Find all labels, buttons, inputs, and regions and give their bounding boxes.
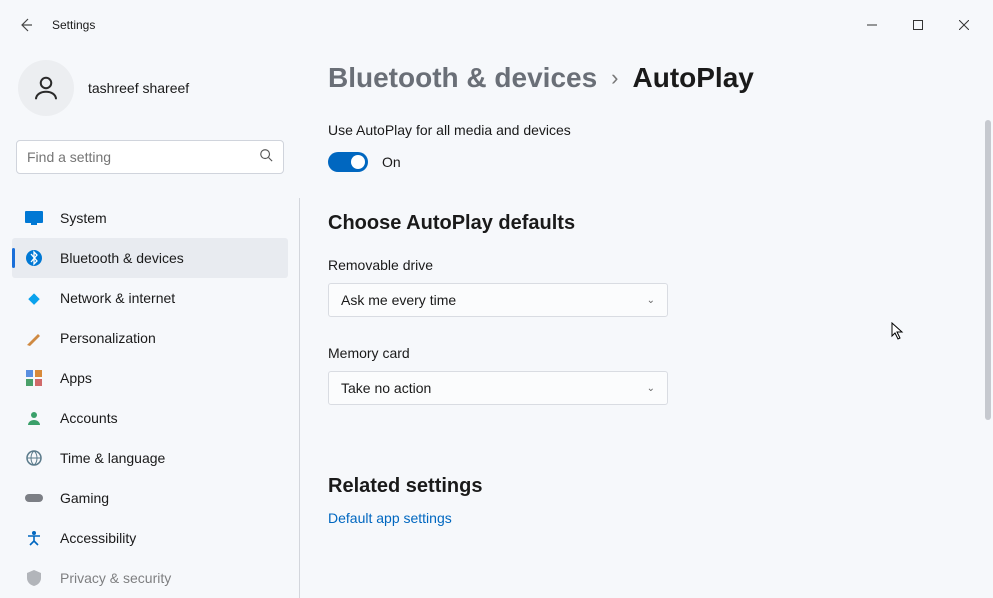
default-app-settings-link[interactable]: Default app settings xyxy=(328,510,953,526)
app-title: Settings xyxy=(52,18,95,32)
page-title: AutoPlay xyxy=(633,62,754,94)
maximize-button[interactable] xyxy=(895,9,941,41)
sidebar-item-personalization[interactable]: Personalization xyxy=(12,318,288,358)
accounts-icon xyxy=(24,408,44,428)
privacy-icon xyxy=(24,568,44,588)
back-button[interactable] xyxy=(6,5,46,45)
username: tashreef shareef xyxy=(88,80,189,96)
close-button[interactable] xyxy=(941,9,987,41)
system-icon xyxy=(24,208,44,228)
breadcrumb-parent[interactable]: Bluetooth & devices xyxy=(328,62,597,94)
sidebar-item-label: Time & language xyxy=(60,450,165,466)
chevron-down-icon: ⌄ xyxy=(647,383,655,394)
autoplay-toggle-label: Use AutoPlay for all media and devices xyxy=(328,122,953,138)
sidebar-item-label: Accessibility xyxy=(60,530,136,546)
sidebar-item-label: Bluetooth & devices xyxy=(60,250,184,266)
time-language-icon xyxy=(24,448,44,468)
removable-drive-value: Ask me every time xyxy=(341,292,456,308)
sidebar-item-bluetooth-devices[interactable]: Bluetooth & devices xyxy=(12,238,288,278)
content: Bluetooth & devices › AutoPlay Use AutoP… xyxy=(300,50,993,583)
sidebar-item-label: Apps xyxy=(60,370,92,386)
related-heading: Related settings xyxy=(328,475,953,498)
sidebar: tashreef shareef System Bluetooth & devi… xyxy=(0,50,300,583)
search-box[interactable] xyxy=(16,140,284,174)
sidebar-item-accessibility[interactable]: Accessibility xyxy=(12,518,288,558)
sidebar-item-label: Personalization xyxy=(60,330,156,346)
chevron-right-icon: › xyxy=(611,65,618,91)
sidebar-item-privacy-security[interactable]: Privacy & security xyxy=(12,558,288,598)
removable-drive-dropdown[interactable]: Ask me every time ⌄ xyxy=(328,283,668,317)
user-profile[interactable]: tashreef shareef xyxy=(12,50,288,140)
chevron-down-icon: ⌄ xyxy=(647,295,655,306)
autoplay-toggle[interactable] xyxy=(328,152,368,172)
sidebar-item-apps[interactable]: Apps xyxy=(12,358,288,398)
sidebar-item-accounts[interactable]: Accounts xyxy=(12,398,288,438)
sidebar-item-label: Accounts xyxy=(60,410,118,426)
defaults-heading: Choose AutoPlay defaults xyxy=(328,212,953,235)
search-icon xyxy=(259,148,273,167)
memory-card-label: Memory card xyxy=(328,345,953,361)
sidebar-item-label: Network & internet xyxy=(60,290,175,306)
sidebar-item-network[interactable]: ◆ Network & internet xyxy=(12,278,288,318)
avatar xyxy=(18,60,74,116)
bluetooth-icon xyxy=(24,248,44,268)
personalization-icon xyxy=(24,328,44,348)
sidebar-item-label: System xyxy=(60,210,107,226)
network-icon: ◆ xyxy=(24,288,44,308)
removable-drive-label: Removable drive xyxy=(328,257,953,273)
nav: System Bluetooth & devices ◆ Network & i… xyxy=(12,198,288,598)
sidebar-item-gaming[interactable]: Gaming xyxy=(12,478,288,518)
search-input[interactable] xyxy=(27,149,259,165)
sidebar-item-system[interactable]: System xyxy=(12,198,288,238)
apps-icon xyxy=(24,368,44,388)
cursor-icon xyxy=(891,322,907,342)
sidebar-item-label: Gaming xyxy=(60,490,109,506)
breadcrumb: Bluetooth & devices › AutoPlay xyxy=(328,62,953,94)
gaming-icon xyxy=(24,488,44,508)
scrollbar[interactable] xyxy=(985,120,991,540)
memory-card-dropdown[interactable]: Take no action ⌄ xyxy=(328,371,668,405)
scrollbar-thumb[interactable] xyxy=(985,120,991,420)
memory-card-value: Take no action xyxy=(341,380,431,396)
sidebar-item-label: Privacy & security xyxy=(60,570,171,586)
accessibility-icon xyxy=(24,528,44,548)
sidebar-item-time-language[interactable]: Time & language xyxy=(12,438,288,478)
minimize-button[interactable] xyxy=(849,9,895,41)
autoplay-toggle-state: On xyxy=(382,154,401,170)
